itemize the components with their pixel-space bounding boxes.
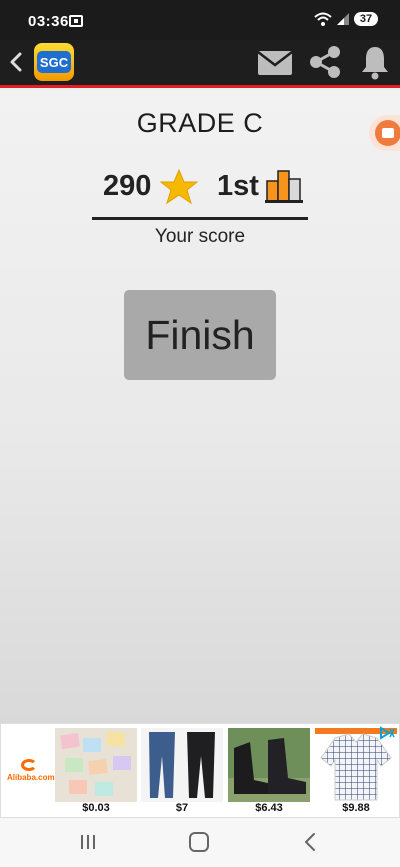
- app-bar: SGC: [0, 40, 400, 88]
- battery-indicator: 37: [354, 12, 378, 26]
- bell-icon[interactable]: [359, 44, 391, 80]
- video-camera-icon: [375, 120, 400, 146]
- ad-choices-icon[interactable]: [367, 726, 395, 740]
- ad-price: $7: [141, 802, 223, 816]
- result-panel: GRADE C 290 1st Your score Finish: [0, 91, 400, 723]
- home-icon[interactable]: [189, 832, 209, 852]
- nav-back-icon[interactable]: [302, 832, 318, 852]
- app-logo[interactable]: SGC: [34, 43, 74, 81]
- wifi-icon: [314, 12, 332, 26]
- ad-price: $0.03: [55, 802, 137, 816]
- ad-product[interactable]: $7: [141, 728, 223, 816]
- ad-brand: Alibaba.com: [7, 773, 55, 782]
- status-right-group: 37: [314, 12, 378, 26]
- system-nav-bar: [0, 818, 400, 867]
- status-bar: 03:36 37: [0, 0, 400, 40]
- finish-button[interactable]: Finish: [124, 290, 276, 380]
- screen-record-bubble[interactable]: [369, 115, 400, 151]
- score-caption: Your score: [154, 226, 246, 247]
- ad-product[interactable]: $9.88: [315, 728, 397, 816]
- app-logo-text: SGC: [37, 51, 71, 73]
- back-chevron-icon[interactable]: [6, 49, 26, 75]
- screenshot-icon: [69, 15, 83, 27]
- signal-icon: [337, 13, 349, 25]
- status-time: 03:36: [28, 13, 69, 30]
- ad-banner[interactable]: Alibaba.com $0.03 $7 $6.43 $9.88: [0, 723, 400, 818]
- star-icon: [160, 169, 198, 205]
- alibaba-logo[interactable]: Alibaba.com: [7, 759, 55, 789]
- score-value: 290: [103, 170, 152, 202]
- alibaba-mark-icon: [21, 759, 37, 771]
- mail-icon[interactable]: [257, 50, 293, 76]
- boots-product-image: [228, 728, 310, 802]
- ad-price: $6.43: [228, 802, 310, 816]
- ad-product[interactable]: $0.03: [55, 728, 137, 816]
- grade-title: GRADE C: [136, 108, 264, 138]
- ad-price: $9.88: [315, 802, 397, 816]
- stickers-product-image: [55, 728, 137, 802]
- jeans-product-image: [141, 728, 223, 802]
- recents-icon[interactable]: [78, 833, 98, 851]
- share-icon[interactable]: [307, 44, 343, 80]
- ad-product[interactable]: $6.43: [228, 728, 310, 816]
- score-divider: [92, 217, 308, 220]
- podium-icon: [265, 170, 303, 203]
- rank-value: 1st: [217, 170, 259, 202]
